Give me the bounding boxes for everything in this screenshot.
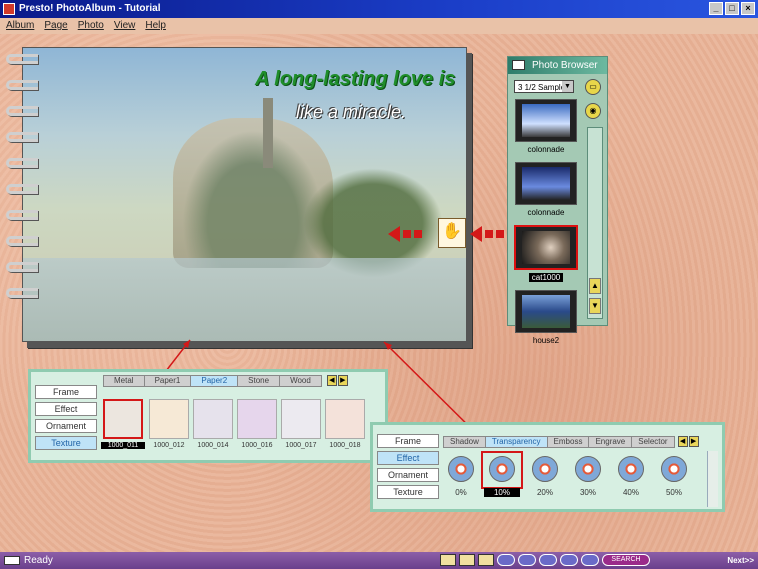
status-bar: Ready SEARCH Next>>: [0, 552, 758, 569]
texture-label: 1000_014: [197, 442, 229, 449]
tab-next-icon[interactable]: ▶: [688, 436, 699, 447]
side-button-texture[interactable]: Texture: [35, 436, 97, 450]
transparency-icon[interactable]: [661, 456, 687, 482]
tab-metal[interactable]: Metal: [103, 375, 145, 387]
side-button-frame[interactable]: Frame: [35, 385, 97, 399]
prev-page-icon[interactable]: [518, 554, 536, 566]
texture-label: 1000_011: [101, 442, 145, 449]
texture-label: 1000_017: [285, 442, 317, 449]
texture-swatch[interactable]: [237, 399, 277, 439]
transparency-icon[interactable]: [448, 456, 474, 482]
side-button-texture[interactable]: Texture: [377, 485, 439, 499]
texture-swatch[interactable]: [325, 399, 365, 439]
effect-label: 30%: [579, 488, 596, 497]
next-page-icon[interactable]: [539, 554, 557, 566]
transparency-icon[interactable]: [575, 456, 601, 482]
album-view-icon[interactable]: [459, 554, 475, 566]
side-button-effect[interactable]: Effect: [35, 402, 97, 416]
texture-panel: Frame Effect Ornament Texture Metal Pape…: [28, 369, 388, 463]
texture-swatch[interactable]: [103, 399, 143, 439]
side-button-effect[interactable]: Effect: [377, 451, 439, 465]
tab-transparency[interactable]: Transparency: [484, 436, 548, 448]
effect-label: 40%: [622, 488, 639, 497]
first-page-icon[interactable]: [497, 554, 515, 566]
goto-page-icon[interactable]: [581, 554, 599, 566]
tab-paper1[interactable]: Paper1: [143, 375, 192, 387]
page-view-icon[interactable]: [440, 554, 456, 566]
status-toolbar: SEARCH: [440, 554, 650, 566]
side-button-ornament[interactable]: Ornament: [35, 419, 97, 433]
tab-engrave[interactable]: Engrave: [588, 436, 633, 448]
status-icon: [4, 556, 20, 565]
texture-swatch[interactable]: [193, 399, 233, 439]
tab-paper2[interactable]: Paper2: [190, 375, 239, 387]
tab-prev-icon[interactable]: ◀: [326, 375, 337, 386]
tab-selector[interactable]: Selector: [631, 436, 675, 448]
tab-next-icon[interactable]: ▶: [337, 375, 348, 386]
last-page-icon[interactable]: [560, 554, 578, 566]
tab-shadow[interactable]: Shadow: [443, 436, 486, 448]
next-button[interactable]: Next>>: [727, 552, 754, 569]
side-button-frame[interactable]: Frame: [377, 434, 439, 448]
texture-label: 1000_018: [329, 442, 361, 449]
search-button[interactable]: SEARCH: [602, 554, 650, 566]
transparency-icon[interactable]: [489, 456, 515, 482]
effect-panel: Frame Effect Ornament Texture Shadow Tra…: [370, 422, 725, 512]
effect-label: 0%: [455, 488, 467, 497]
tab-prev-icon[interactable]: ◀: [677, 436, 688, 447]
book-view-icon[interactable]: [478, 554, 494, 566]
effect-label: 50%: [665, 488, 682, 497]
texture-swatch[interactable]: [281, 399, 321, 439]
effect-tabs: Shadow Transparency Emboss Engrave Selec…: [443, 436, 699, 448]
effect-label: 10%: [484, 488, 520, 497]
texture-label: 1000_016: [241, 442, 273, 449]
side-button-ornament[interactable]: Ornament: [377, 468, 439, 482]
status-text: Ready: [24, 555, 53, 566]
transparency-icon[interactable]: [618, 456, 644, 482]
texture-swatch[interactable]: [149, 399, 189, 439]
texture-tabs: Metal Paper1 Paper2 Stone Wood ◀ ▶: [103, 375, 348, 387]
tab-wood[interactable]: Wood: [279, 375, 322, 387]
texture-label: 1000_012: [153, 442, 185, 449]
transparency-icon[interactable]: [532, 456, 558, 482]
tab-stone[interactable]: Stone: [237, 375, 281, 387]
effect-label: 20%: [536, 488, 553, 497]
tab-emboss[interactable]: Emboss: [546, 436, 590, 448]
effect-scrollbar[interactable]: [707, 451, 718, 507]
